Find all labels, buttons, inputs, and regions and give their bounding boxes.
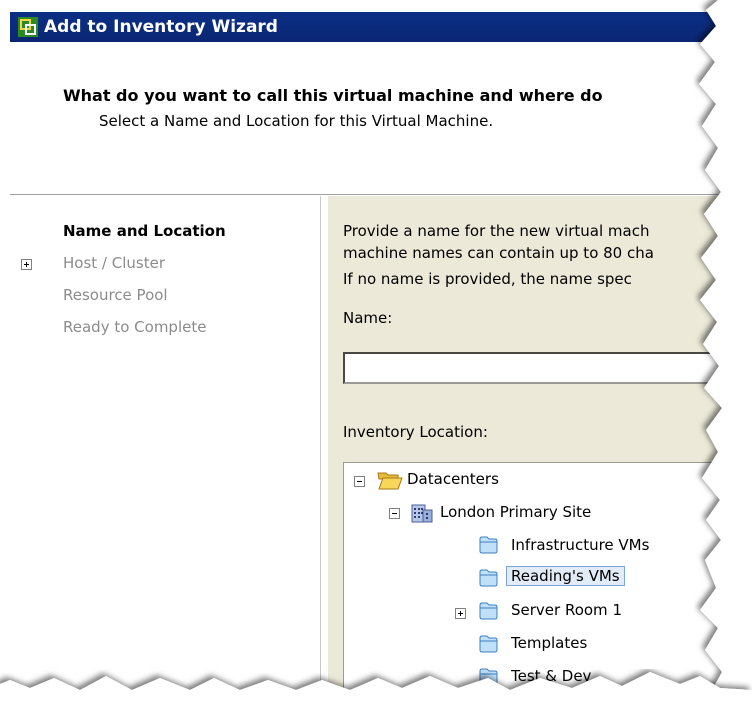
screenshot-stage: Add to Inventory Wizard What do you want… (0, 0, 752, 702)
torn-edge-overlay (0, 0, 752, 702)
